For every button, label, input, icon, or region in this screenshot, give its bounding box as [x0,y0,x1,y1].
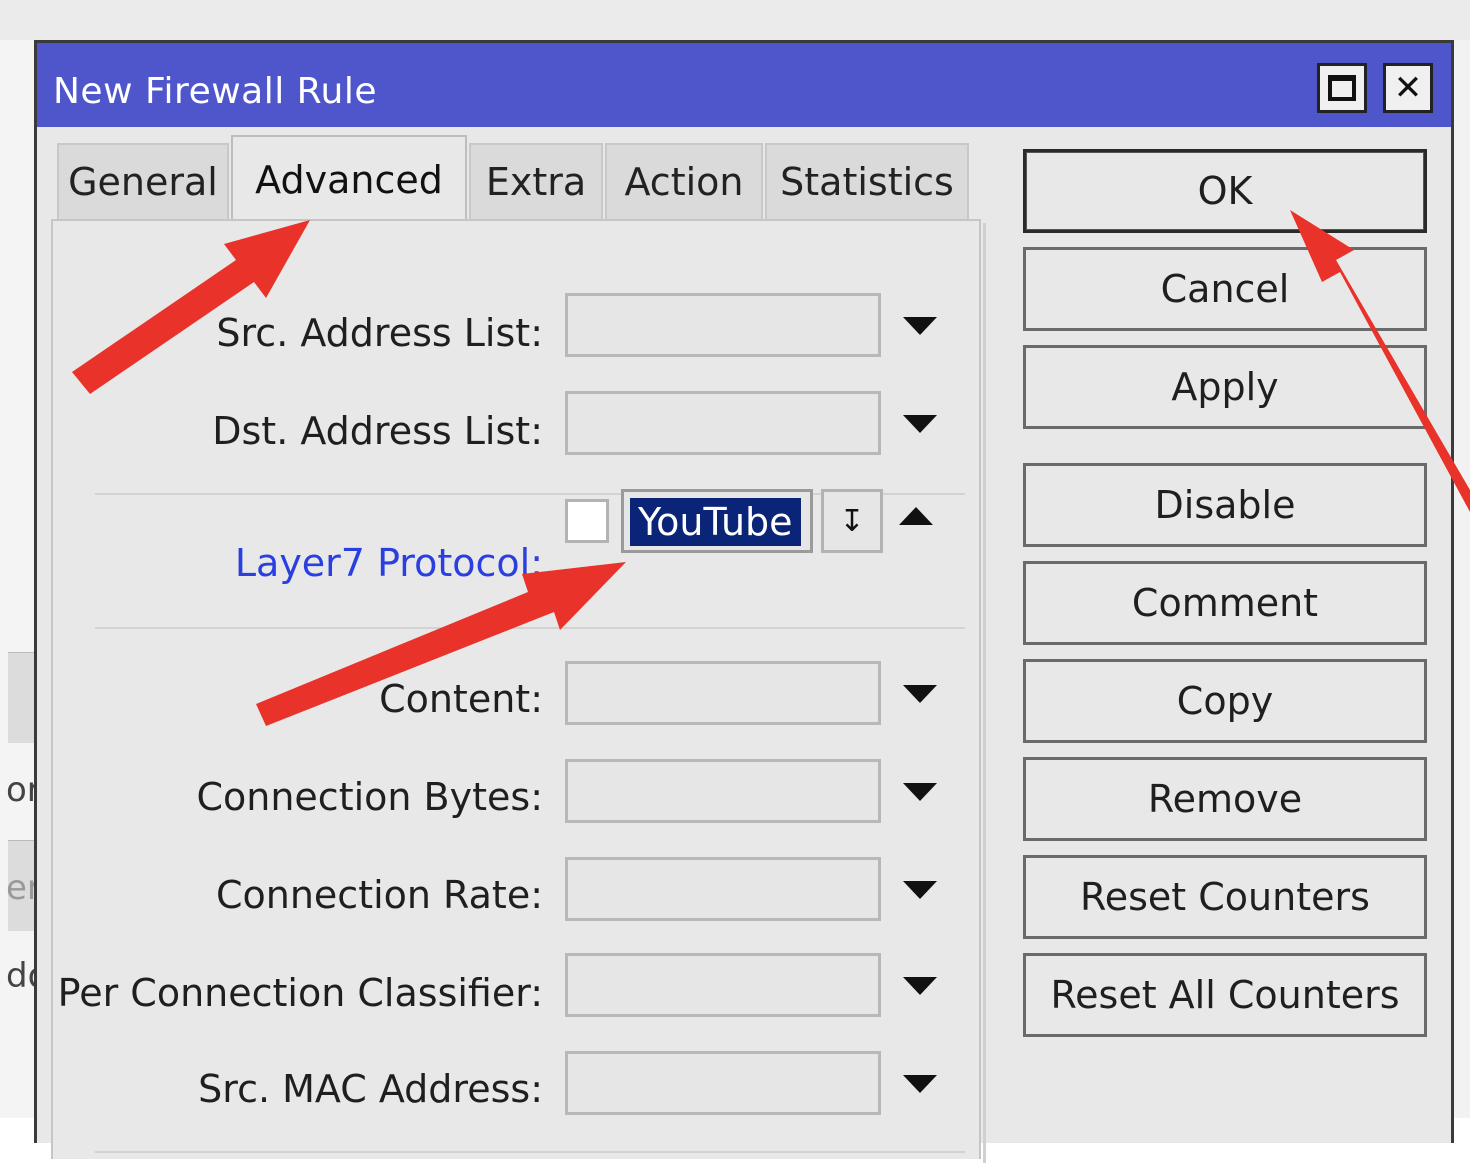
annotation-arrows [72,210,1470,726]
annotation-arrow-layer7 [256,562,626,726]
annotation-arrow-advanced [72,220,310,394]
annotation-arrow-ok [1290,210,1470,512]
separator [95,1151,965,1153]
